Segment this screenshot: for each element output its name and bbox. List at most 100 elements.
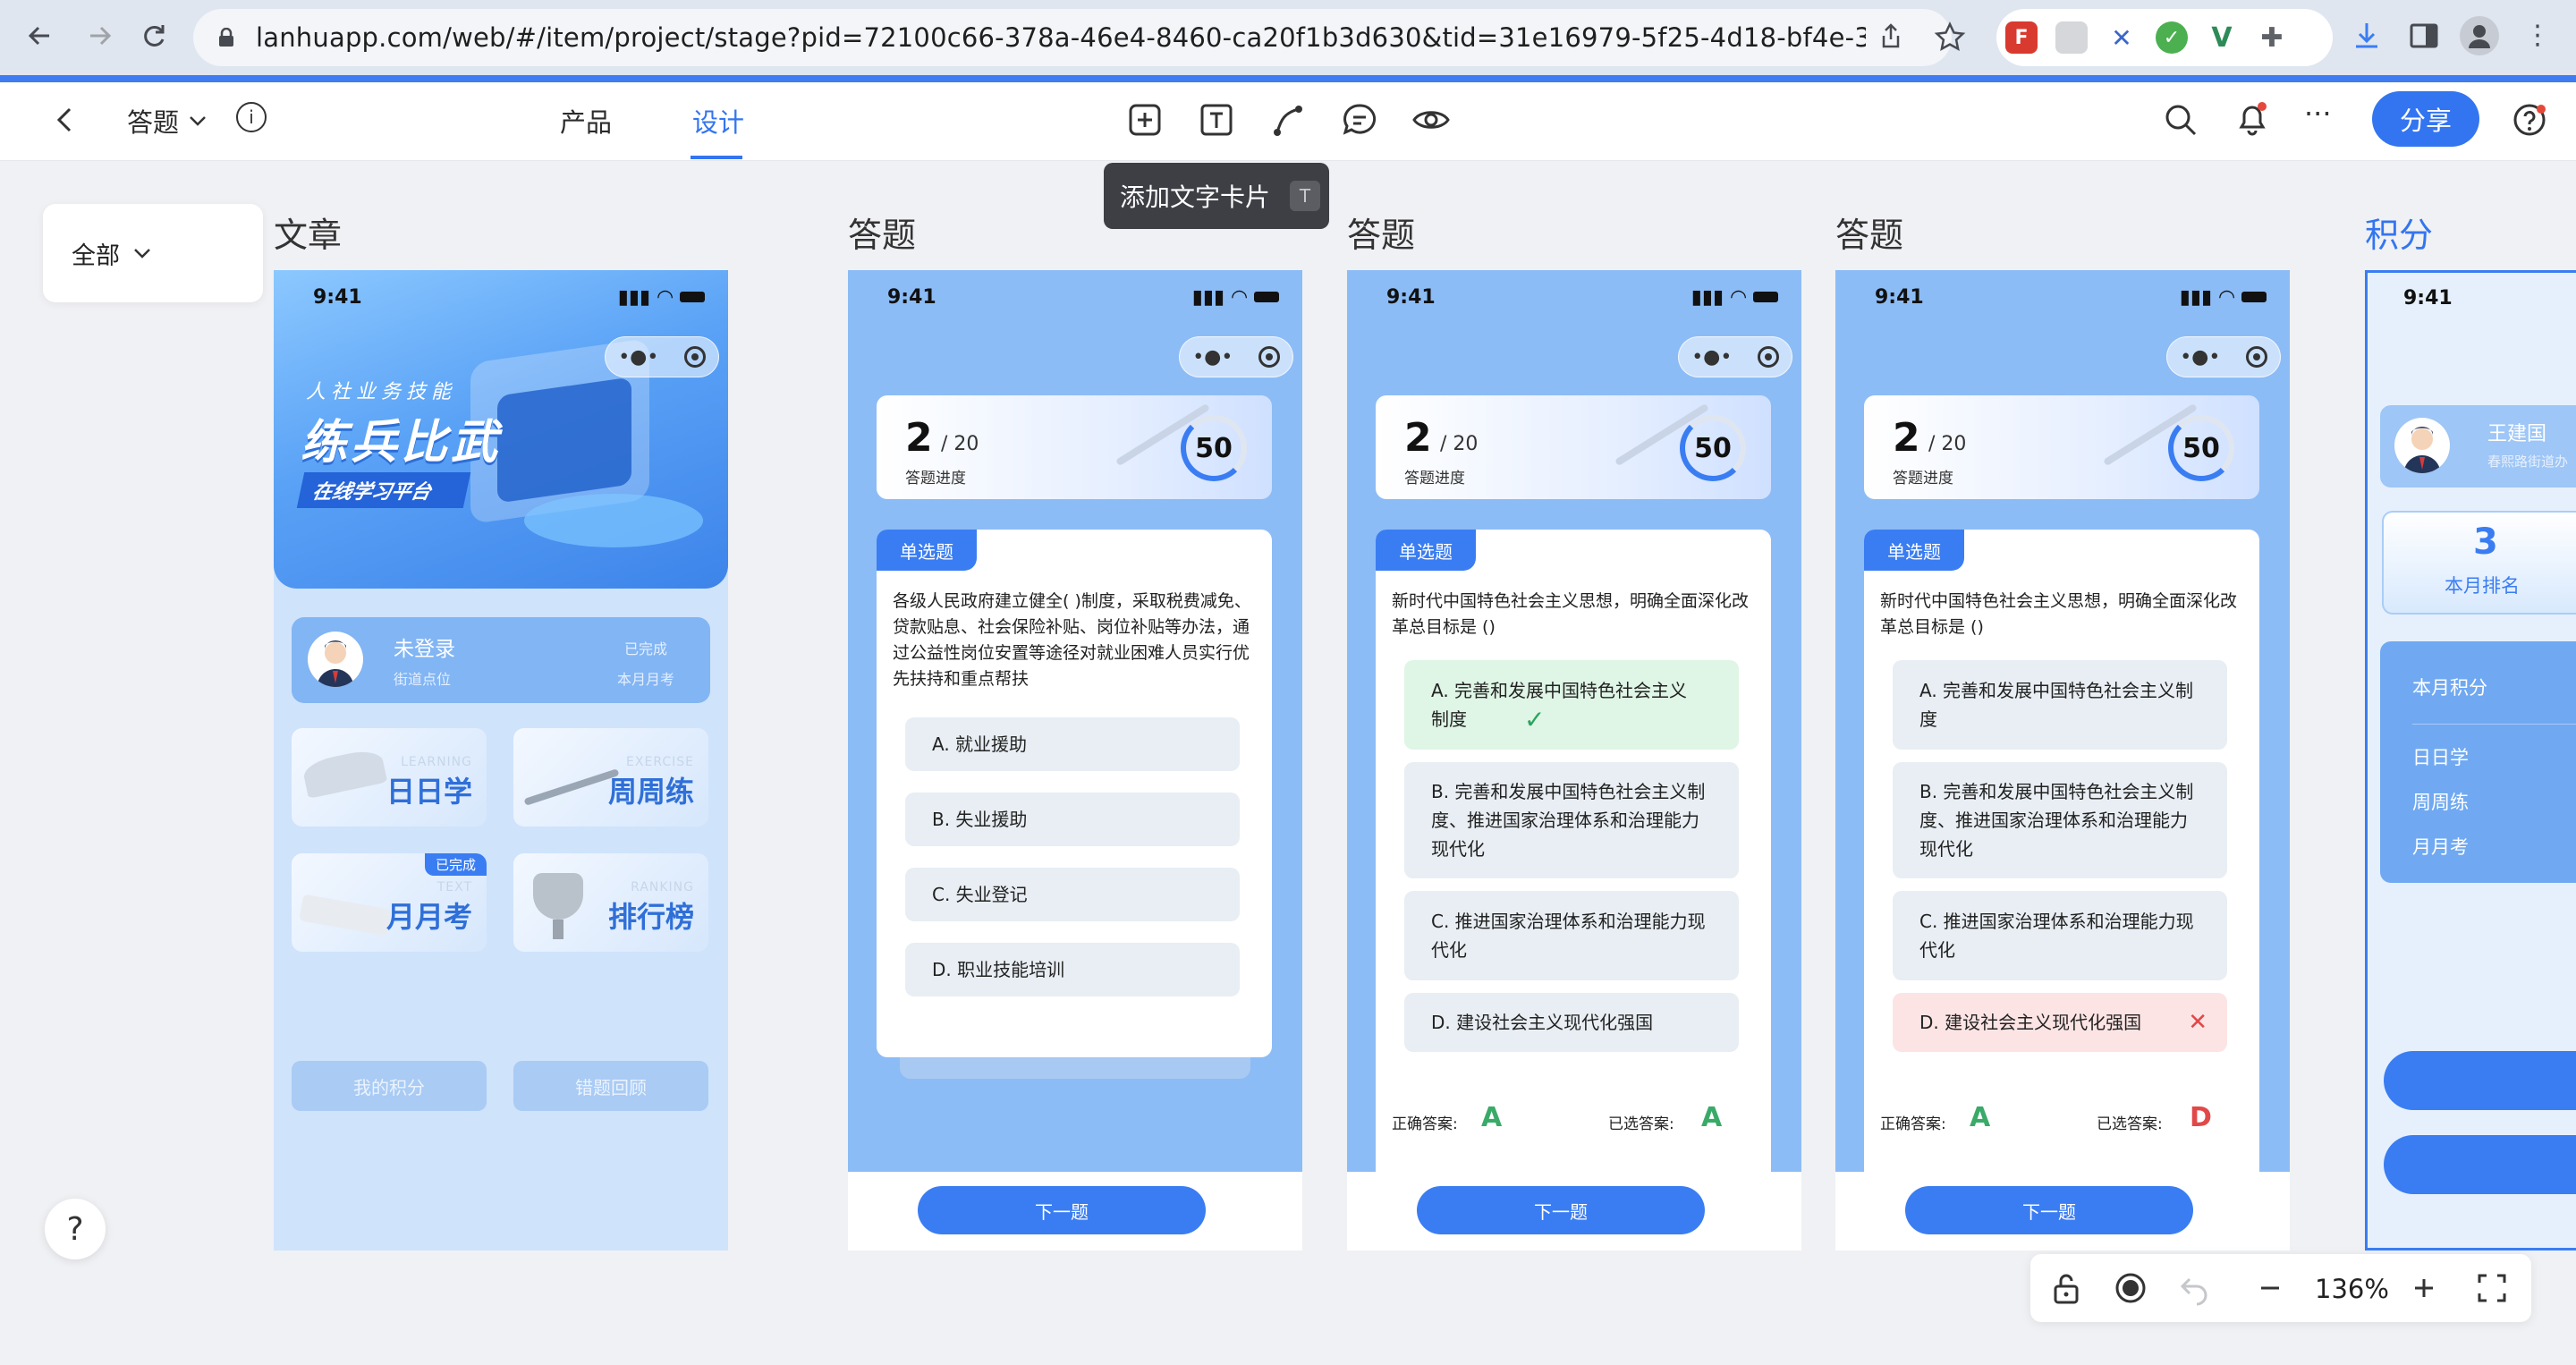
capsule-more-icon[interactable]: •●• [618, 346, 658, 369]
share-page-icon[interactable] [1873, 20, 1909, 55]
back-icon[interactable] [20, 16, 59, 55]
artboard-title-article[interactable]: 文章 [274, 208, 342, 257]
tab-product[interactable]: 产品 [560, 102, 612, 140]
help-button[interactable]: ? [45, 1199, 106, 1259]
forward-icon[interactable] [80, 16, 120, 55]
next-question-button[interactable]: 下一题 [1905, 1186, 2193, 1234]
lock-icon [219, 28, 233, 47]
info-icon[interactable]: i [236, 102, 267, 132]
points-action-button-1[interactable] [2384, 1051, 2576, 1110]
artboard-title-points[interactable]: 积分 [2365, 208, 2433, 257]
preview-eye-icon[interactable] [1411, 100, 1451, 140]
artboard-quiz-2[interactable]: 9:41 ▮▮▮ ◠ •●• 2 / 20 答题进度 50 单选题 新时代中国特色… [1347, 270, 1801, 1251]
connector-icon[interactable] [1268, 100, 1308, 140]
tile-weekly-practice[interactable]: EXERCISE 周周练 [513, 728, 708, 827]
filter-dropdown[interactable]: 全部 [43, 204, 263, 302]
help-icon[interactable] [2512, 102, 2547, 138]
question-type-tag: 单选题 [1864, 530, 1964, 571]
capsule-close-icon[interactable] [683, 346, 706, 368]
tile-daily-learning[interactable]: LEARNING 日日学 [292, 728, 487, 827]
address-bar[interactable]: lanhuapp.com/web/#/item/project/stage?pi… [193, 9, 1952, 66]
undo-icon[interactable] [2177, 1270, 2213, 1306]
reload-icon[interactable] [134, 16, 174, 55]
x-extension-icon[interactable]: ✕ [2106, 21, 2138, 54]
grid-extension-icon[interactable] [2055, 21, 2088, 54]
tab-design[interactable]: 设计 [692, 102, 744, 140]
option-c[interactable]: C. 推进国家治理体系和治理能力现代化 [1893, 891, 2227, 980]
mini-program-capsule[interactable]: •●• [1678, 336, 1792, 377]
capsule-more-icon[interactable]: •●• [1192, 346, 1233, 369]
artboard-article[interactable]: 人社业务技能 练兵比武 在线学习平台 9:41 ▮▮▮ ◠ •●• 未登录 街道点… [274, 270, 728, 1251]
mini-program-capsule[interactable]: •●• [2166, 336, 2281, 377]
mini-program-capsule[interactable]: •●• [1179, 336, 1293, 377]
artboard-quiz-1[interactable]: 9:41 ▮▮▮ ◠ •●• 2 / 20 答题进度 50 单选题 各级人民政府建… [848, 270, 1302, 1251]
bookmark-star-icon[interactable] [1932, 20, 1968, 55]
zoom-out-icon[interactable] [2252, 1270, 2288, 1306]
next-question-button[interactable]: 下一题 [1417, 1186, 1705, 1234]
v-extension-icon[interactable]: V [2206, 21, 2238, 54]
project-selector[interactable]: 答题 [127, 102, 208, 140]
puzzle-extension-icon[interactable]: ✚ [2256, 21, 2288, 54]
text-card-icon[interactable] [1197, 100, 1236, 140]
progress-label: 答题进度 [1404, 470, 1465, 488]
share-button[interactable]: 分享 [2372, 91, 2479, 147]
question-text: 新时代中国特色社会主义思想，明确全面深化改革总目标是 () [1880, 591, 2238, 637]
countdown-timer: 50 [1181, 415, 1247, 481]
option-c[interactable]: C. 失业登记 [905, 868, 1240, 921]
artboard-quiz-3[interactable]: 9:41 ▮▮▮ ◠ •●• 2 / 20 答题进度 50 单选题 新时代中国特色… [1835, 270, 2290, 1251]
zoom-in-icon[interactable] [2406, 1270, 2442, 1306]
artboard-title-quiz-1[interactable]: 答题 [848, 208, 916, 257]
unlock-icon[interactable] [2048, 1270, 2084, 1306]
fullscreen-icon[interactable] [2474, 1270, 2510, 1306]
comment-icon[interactable] [1340, 100, 1379, 140]
wrong-review-button[interactable]: 错题回顾 [513, 1061, 708, 1111]
option-b[interactable]: B. 完善和发展中国特色社会主义制度、推进国家治理体系和治理能力现代化 [1893, 762, 2227, 878]
option-a[interactable]: A. 完善和发展中国特色社会主义制度 [1893, 660, 2227, 750]
user-location: 街道点位 [394, 671, 452, 688]
back-arrow-icon[interactable] [50, 102, 79, 138]
progress-label: 答题进度 [1893, 470, 1953, 488]
capsule-close-icon[interactable] [2245, 346, 2267, 368]
option-b[interactable]: B. 完善和发展中国特色社会主义制度、推进国家治理体系和治理能力现代化 [1404, 762, 1739, 878]
option-d[interactable]: D. 职业技能培训 [905, 943, 1240, 996]
tile-monthly-exam[interactable]: 已完成 TEXT 月月考 [292, 853, 487, 952]
status-time: 9:41 [2403, 287, 2453, 309]
tile-ranking[interactable]: RANKING 排行榜 [513, 853, 708, 952]
add-frame-icon[interactable] [1125, 100, 1165, 140]
notification-bell-icon[interactable] [2233, 98, 2272, 138]
capsule-more-icon[interactable]: •●• [2180, 346, 2220, 369]
zoom-level[interactable]: 136% [2315, 1274, 2389, 1304]
artboard-points[interactable]: 9:41 王建国 春熙路街道办 3 本月排名 本月积分 日日学 周周练 月月考 [2365, 270, 2576, 1251]
artboard-title-quiz-2[interactable]: 答题 [1347, 208, 1415, 257]
artboard-title-quiz-3[interactable]: 答题 [1835, 208, 1903, 257]
record-icon[interactable] [2113, 1270, 2148, 1306]
next-question-button[interactable]: 下一题 [918, 1186, 1206, 1234]
more-icon[interactable]: ··· [2304, 97, 2340, 132]
capsule-close-icon[interactable] [1757, 346, 1779, 368]
browser-menu-icon[interactable]: ⋮ [2524, 20, 2551, 55]
correct-answer-value: A [1481, 1102, 1503, 1133]
hero-subtitle: 人社业务技能 [306, 381, 457, 403]
download-icon[interactable] [2349, 18, 2385, 54]
option-c[interactable]: C. 推进国家治理体系和治理能力现代化 [1404, 891, 1739, 980]
search-icon[interactable] [2161, 100, 2200, 140]
side-panel-icon[interactable] [2406, 18, 2442, 54]
fe-extension-icon[interactable]: F [2005, 21, 2038, 54]
option-a-correct[interactable]: A. 完善和发展中国特色社会主义制度 [1404, 660, 1739, 750]
points-user-card[interactable]: 王建国 春熙路街道办 [2380, 405, 2576, 488]
option-d-wrong[interactable]: D. 建设社会主义现代化强国 ✕ [1893, 993, 2227, 1052]
points-action-button-2[interactable] [2384, 1135, 2576, 1194]
option-a[interactable]: A. 就业援助 [905, 717, 1240, 771]
tile-label: 日日学 [386, 775, 472, 809]
check-extension-icon[interactable]: ✓ [2156, 21, 2188, 54]
status-time: 9:41 [1875, 285, 1924, 309]
profile-avatar-icon[interactable] [2460, 16, 2499, 55]
mini-program-capsule[interactable]: •●• [605, 336, 719, 377]
my-points-button[interactable]: 我的积分 [292, 1061, 487, 1111]
article-user-card[interactable]: 未登录 街道点位 已完成 本月月考 [292, 617, 710, 703]
total-questions: / 20 [1440, 433, 1479, 455]
option-d[interactable]: D. 建设社会主义现代化强国 [1404, 993, 1739, 1052]
option-b[interactable]: B. 失业援助 [905, 793, 1240, 846]
capsule-more-icon[interactable]: •●• [1691, 346, 1732, 369]
capsule-close-icon[interactable] [1258, 346, 1280, 368]
